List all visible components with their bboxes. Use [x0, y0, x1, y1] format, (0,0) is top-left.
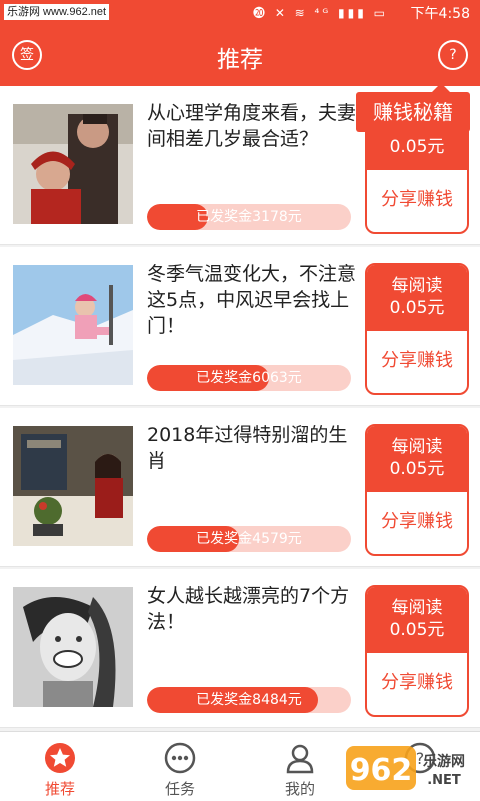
app-header: 签 推荐 ?	[0, 24, 480, 86]
tab-label: 任务	[164, 780, 195, 798]
bonus-progress-bar: 已发奖金8484元	[147, 687, 351, 713]
reward-amount: 0.05元	[389, 298, 445, 318]
article-title: 冬季气温变化大，不注意这5点，中风迟早会找上门！	[147, 263, 357, 337]
status-time: 下午4:58	[410, 6, 470, 22]
earning-tips-popup[interactable]: 赚钱秘籍	[356, 83, 470, 132]
article-title: 女人越长越漂亮的7个方法！	[147, 585, 350, 633]
bonus-progress-bar: 已发奖金3178元	[147, 204, 351, 230]
tab-label: 我的	[284, 780, 315, 798]
article-thumbnail	[13, 426, 133, 546]
svg-text:962: 962	[350, 753, 413, 788]
reward-prefix: 每阅读	[391, 437, 443, 457]
help-button[interactable]: ?	[438, 40, 468, 70]
share-earn-button[interactable]: 分享赚钱	[367, 492, 467, 552]
reward-amount: 0.05元	[389, 459, 445, 479]
svg-text:.NET: .NET	[427, 773, 461, 788]
article-title: 2018年过得特别溜的生肖	[147, 424, 348, 472]
bonus-text: 已发奖金4579元	[196, 531, 302, 547]
tab-tasks[interactable]: 任务	[120, 732, 240, 801]
user-icon	[286, 744, 314, 774]
bonus-text: 已发奖金3178元	[196, 209, 302, 225]
article-title: 从心理学角度来看，夫妻间相差几岁最合适？	[147, 102, 357, 150]
more-icon	[164, 742, 196, 774]
tab-recommend[interactable]: 推荐	[0, 732, 120, 801]
reward-box: 每阅读 0.05元 分享赚钱	[365, 263, 469, 395]
share-earn-button[interactable]: 分享赚钱	[367, 653, 467, 713]
tab-mine[interactable]: 我的	[240, 732, 360, 801]
reward-rate: 每阅读 0.05元	[367, 265, 467, 331]
reward-box: 每阅读 0.05元 分享赚钱	[365, 424, 469, 556]
share-earn-button[interactable]: 分享赚钱	[367, 331, 467, 391]
article-card[interactable]: 2018年过得特别溜的生肖 已发奖金4579元 每阅读 0.05元 分享赚钱	[0, 408, 480, 567]
reward-prefix: 每阅读	[391, 598, 443, 618]
bonus-progress-bar: 已发奖金4579元	[147, 526, 351, 552]
page-title: 推荐	[217, 47, 263, 73]
reward-box: 每阅读 0.05元 分享赚钱	[365, 585, 469, 717]
site-logo-watermark: 962 乐游网 .NET	[346, 746, 465, 790]
reward-amount: 0.05元	[389, 620, 445, 640]
article-thumbnail	[13, 104, 133, 224]
reward-rate: 每阅读 0.05元	[367, 426, 467, 492]
status-bar: 乐游网 www.962.net ⓴ ✕ ≋ ⁴ᴳ ▮▮▮ ▭ 下午4:58	[0, 0, 480, 24]
share-earn-button[interactable]: 分享赚钱	[367, 170, 467, 230]
article-card[interactable]: 女人越长越漂亮的7个方法！ 已发奖金8484元 每阅读 0.05元 分享赚钱	[0, 569, 480, 728]
star-icon	[45, 743, 75, 773]
reward-prefix: 每阅读	[391, 276, 443, 296]
tab-label: 推荐	[44, 780, 75, 798]
status-icons: ⓴ ✕ ≋ ⁴ᴳ ▮▮▮ ▭	[253, 6, 388, 20]
bonus-text: 已发奖金8484元	[196, 692, 302, 708]
article-card[interactable]: 冬季气温变化大，不注意这5点，中风迟早会找上门！ 已发奖金6063元 每阅读 0…	[0, 247, 480, 406]
article-thumbnail	[13, 265, 133, 385]
reward-amount: 0.05元	[389, 137, 445, 157]
bonus-text: 已发奖金6063元	[196, 370, 302, 386]
article-thumbnail	[13, 587, 133, 707]
site-watermark: 乐游网 www.962.net	[4, 4, 110, 20]
bonus-progress-bar: 已发奖金6063元	[147, 365, 351, 391]
svg-text:乐游网: 乐游网	[423, 753, 465, 770]
reward-rate: 每阅读 0.05元	[367, 587, 467, 653]
